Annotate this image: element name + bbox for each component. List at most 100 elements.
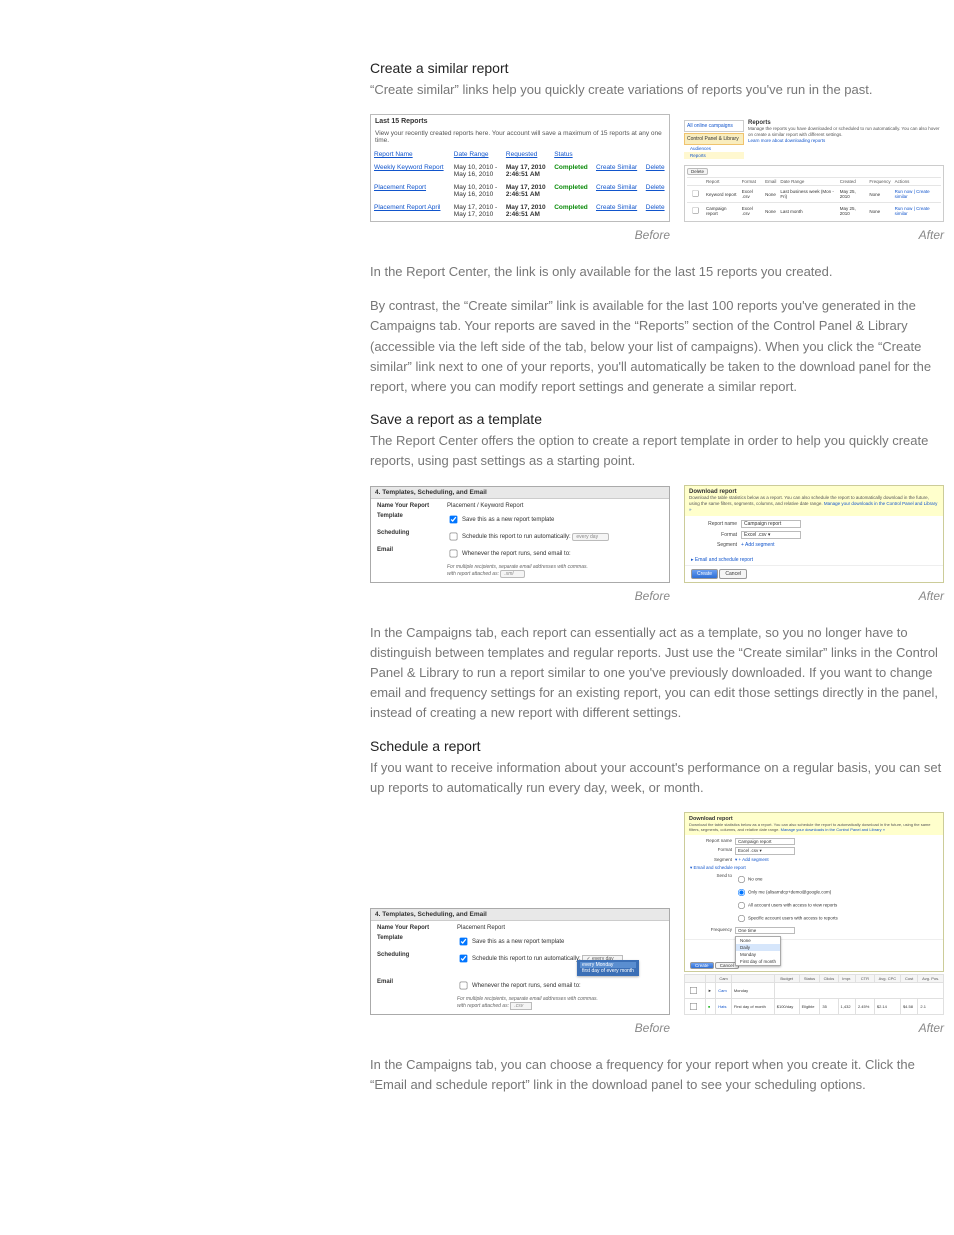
campaign-data-table: Cam Budget Status Clicks Impr. CTR Avg. …	[684, 974, 944, 1015]
sendto-radio[interactable]: Only me (alisarndcp+demo@google.com)	[735, 886, 838, 899]
report-link[interactable]: Placement Report April	[371, 201, 451, 221]
delete-button[interactable]: Delete	[687, 168, 708, 175]
section1-body: In the Report Center, the link is only a…	[370, 262, 950, 282]
email-schedule-toggle[interactable]: Email and schedule report	[685, 555, 943, 565]
attach-format-select[interactable]: .csv	[510, 1002, 532, 1010]
delete-link[interactable]: Delete	[643, 161, 669, 181]
delete-link[interactable]: Delete	[643, 201, 669, 221]
create-button[interactable]: Create	[690, 962, 714, 969]
scheduling-label: Scheduling	[377, 530, 447, 543]
table-row: Placement Report May 10, 2010 - May 16, …	[371, 181, 669, 201]
templates-bar: 4. Templates, Scheduling, and Email	[371, 487, 669, 499]
dropdown-option[interactable]: None	[736, 937, 780, 944]
row-checkbox[interactable]	[692, 190, 699, 197]
last15-title: Last 15 Reports	[371, 115, 669, 128]
template-checkbox[interactable]	[460, 938, 468, 946]
before-caption: Before	[370, 1021, 670, 1035]
add-segment-link[interactable]: + Add segment	[735, 857, 769, 863]
template-label: Template	[377, 935, 457, 941]
sendto-radio[interactable]: Specific account users with access to re…	[735, 912, 838, 925]
report-name-label: Report name	[691, 521, 741, 527]
campaign-link[interactable]: Hats	[716, 999, 732, 1015]
template-label: Template	[377, 513, 447, 526]
scheduling-checkbox[interactable]	[460, 955, 468, 963]
table-row: Weekly Keyword Report May 10, 2010 - May…	[371, 161, 669, 181]
section1-heading: Create a similar report	[370, 60, 950, 76]
col-date-range[interactable]: Date Range	[451, 148, 503, 161]
dropdown-option[interactable]: Monday	[736, 951, 780, 958]
row-checkbox[interactable]	[690, 1003, 697, 1010]
create-button[interactable]: Create	[691, 569, 718, 579]
report-name-input[interactable]: Campaign report	[735, 838, 795, 845]
create-similar-link[interactable]: Create Similar	[593, 201, 643, 221]
row-actions[interactable]: Run now | Create similar	[893, 186, 941, 203]
create-similar-link[interactable]: Create Similar	[593, 161, 643, 181]
sendto-radio[interactable]: All account users with access to view re…	[735, 899, 838, 912]
before-caption: Before	[370, 589, 670, 603]
format-select[interactable]: Excel .csv ▾	[735, 847, 795, 855]
schedule-select[interactable]: every day	[572, 533, 609, 541]
format-label: Format	[691, 532, 741, 538]
format-select[interactable]: Excel .csv ▾	[741, 531, 801, 539]
manage-link[interactable]: Manage your downloads in the Control Pan…	[781, 827, 885, 832]
before-caption: Before	[370, 228, 670, 242]
reports-desc: Manage the reports you have downloaded o…	[748, 126, 944, 138]
name-label: Name Your Report	[377, 925, 457, 931]
scheduling-checkbox[interactable]	[450, 532, 458, 540]
last15-reports-panel: Last 15 Reports View your recently creat…	[370, 114, 670, 222]
row-checkbox[interactable]	[692, 207, 699, 214]
section3-heading: Schedule a report	[370, 738, 950, 754]
dropdown-option[interactable]: first day of every month	[580, 968, 636, 974]
table-row: Keyword report Excel .csv None Last busi…	[687, 186, 941, 203]
reports-after-panel: All online campaigns Control Panel & Lib…	[684, 120, 944, 222]
after-caption: After	[684, 1021, 944, 1035]
col-report-name[interactable]: Report Name	[371, 148, 451, 161]
sidebar-cpl[interactable]: Control Panel & Library	[684, 133, 744, 145]
dropdown-option[interactable]: Daily	[736, 944, 780, 951]
add-segment-link[interactable]: + Add segment	[741, 542, 775, 548]
last15-sub: View your recently created reports here.…	[371, 128, 669, 148]
campaign-link[interactable]: Cam	[716, 983, 732, 999]
section2-heading: Save a report as a template	[370, 411, 950, 427]
dropdown-option[interactable]: First day of month	[736, 958, 780, 965]
col-status[interactable]: Status	[551, 148, 593, 161]
cancel-button[interactable]: Cancel	[719, 569, 747, 579]
table-row: ► Cam Monday	[685, 983, 944, 999]
section1-intro: “Create similar” links help you quickly …	[370, 80, 950, 100]
col-requested[interactable]: Requested	[503, 148, 551, 161]
email-label: Email	[377, 979, 457, 985]
segment-label: Segment	[690, 857, 735, 862]
frequency-dropdown[interactable]: None Daily Monday First day of month	[735, 936, 781, 966]
learn-more-link[interactable]: Learn more about downloading reports	[748, 138, 944, 144]
sidebar-audiences[interactable]: Audiences	[684, 145, 744, 152]
row-checkbox[interactable]	[690, 987, 697, 994]
report-link[interactable]: Placement Report	[371, 181, 451, 201]
create-similar-link[interactable]: Create Similar	[593, 181, 643, 201]
email-schedule-toggle-open[interactable]: Email and schedule report	[690, 865, 938, 871]
table-row: ● Hats First day of month $100/day Eligi…	[685, 999, 944, 1015]
section3-intro: If you want to receive information about…	[370, 758, 950, 798]
report-name-label: Report name	[690, 838, 735, 843]
template-checkbox[interactable]	[450, 515, 458, 523]
email-checkbox[interactable]	[460, 982, 468, 990]
sidebar-reports[interactable]: Reports	[684, 152, 744, 159]
sidebar-all-online[interactable]: All online campaigns	[684, 120, 744, 132]
name-label: Name Your Report	[377, 503, 447, 509]
email-checkbox[interactable]	[450, 549, 458, 557]
frequency-label: Frequency	[690, 927, 735, 932]
row-actions[interactable]: Run now | Create similar	[893, 203, 941, 220]
schedule-panel-before: 4. Templates, Scheduling, and Email Name…	[370, 908, 670, 1015]
schedule-dropdown[interactable]: every Monday first day of every month	[577, 960, 639, 976]
after-caption: After	[684, 228, 944, 242]
frequency-select[interactable]: One time	[735, 927, 795, 934]
sendto-radio[interactable]: No one	[735, 873, 838, 886]
section3-body: In the Campaigns tab, you can choose a f…	[370, 1055, 950, 1095]
report-link[interactable]: Weekly Keyword Report	[371, 161, 451, 181]
format-label: Format	[690, 847, 735, 852]
status-dot-icon: ●	[705, 999, 715, 1015]
report-name-input[interactable]: Campaign report	[741, 520, 801, 528]
after-caption: After	[684, 589, 944, 603]
delete-link[interactable]: Delete	[643, 181, 669, 201]
attach-format-select[interactable]: .xml	[500, 570, 524, 578]
table-row: Placement Report April May 17, 2010 - Ma…	[371, 201, 669, 221]
